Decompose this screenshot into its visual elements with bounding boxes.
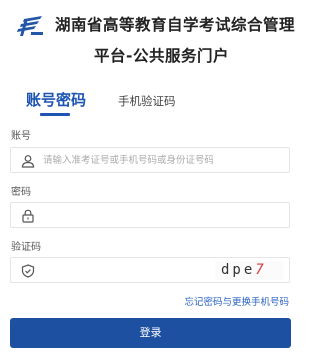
user-icon — [21, 155, 35, 168]
page-title-line1: 湖南省高等教育自学考试综合管理 — [55, 16, 296, 34]
account-label: 账号 — [11, 131, 31, 142]
account-input[interactable] — [43, 148, 213, 172]
tab-account-password[interactable]: 账号密码 — [26, 89, 86, 110]
login-tabs: 账号密码 手机验证码 — [0, 85, 323, 116]
hunan-exam-logo-icon — [17, 16, 43, 36]
captcha-text: dpe — [221, 262, 256, 278]
account-field[interactable] — [10, 147, 290, 173]
forgot-password-link[interactable]: 忘记密码与更换手机号码 — [184, 294, 289, 308]
password-input[interactable] — [43, 203, 213, 227]
tab-sms-code[interactable]: 手机验证码 — [118, 93, 176, 109]
captcha-text-last: 7 — [255, 262, 267, 278]
captcha-label: 验证码 — [11, 242, 41, 253]
lock-icon — [22, 209, 34, 223]
captcha-input[interactable] — [43, 258, 213, 282]
password-field[interactable] — [10, 202, 290, 228]
page-title-line2: 平台-公共服务门户 — [94, 47, 229, 65]
captcha-image[interactable]: dpe7 — [215, 261, 283, 280]
active-tab-indicator — [40, 113, 70, 116]
login-button[interactable]: 登录 — [10, 318, 291, 348]
captcha-field[interactable]: dpe7 — [10, 257, 290, 283]
header: 湖南省高等教育自学考试综合管理 平台-公共服务门户 — [0, 0, 323, 80]
password-label: 密码 — [11, 187, 31, 198]
shield-icon — [21, 264, 35, 278]
